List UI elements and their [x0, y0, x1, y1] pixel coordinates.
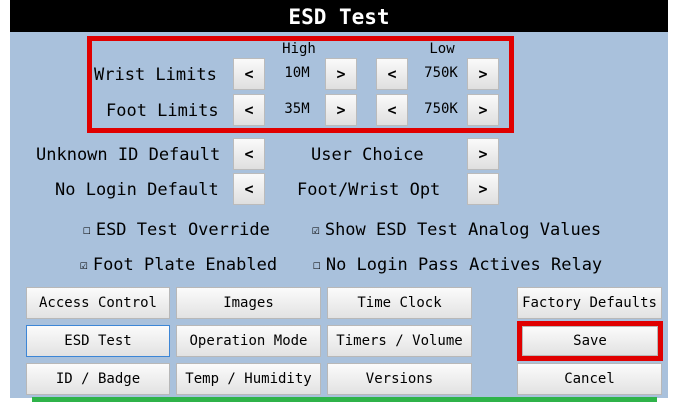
no-login-default-label: No Login Default	[55, 180, 219, 200]
no-login-pass-relay-checkbox[interactable]: ☐ No Login Pass Actives Relay	[313, 255, 602, 275]
status-bar	[32, 397, 657, 402]
esd-test-button[interactable]: ESD Test	[26, 325, 170, 357]
high-header: High	[282, 41, 316, 57]
foot-high-increase-button[interactable]: >	[325, 94, 357, 126]
unknown-id-next-button[interactable]: >	[467, 138, 499, 170]
unknown-id-default-value: User Choice	[311, 145, 424, 165]
foot-plate-enabled-checkbox[interactable]: ☑ Foot Plate Enabled	[80, 255, 277, 275]
foot-low-value: 750K	[424, 101, 458, 117]
foot-high-value: 35M	[284, 101, 310, 117]
images-button[interactable]: Images	[176, 287, 321, 319]
id-badge-button[interactable]: ID / Badge	[26, 363, 170, 395]
foot-low-increase-button[interactable]: >	[467, 94, 499, 126]
wrist-low-value: 750K	[424, 65, 458, 81]
checkbox-label: Foot Plate Enabled	[92, 255, 278, 275]
versions-button[interactable]: Versions	[327, 363, 472, 395]
time-clock-button[interactable]: Time Clock	[327, 287, 472, 319]
esd-test-panel: ESD Test High Low Wrist Limits < 10M > <…	[10, 0, 668, 398]
no-login-default-value: Foot/Wrist Opt	[297, 180, 441, 200]
wrist-low-increase-button[interactable]: >	[467, 58, 499, 90]
low-header: Low	[429, 41, 455, 57]
checkbox-label: Show ESD Test Analog Values	[324, 220, 602, 240]
save-button[interactable]: Save	[522, 326, 658, 356]
checkbox-checked-icon: ☑	[312, 223, 320, 238]
unknown-id-prev-button[interactable]: <	[233, 138, 265, 170]
checkbox-label: ESD Test Override	[95, 220, 270, 240]
temp-humidity-button[interactable]: Temp / Humidity	[176, 363, 321, 395]
foot-low-decrease-button[interactable]: <	[376, 94, 408, 126]
wrist-high-value: 10M	[284, 65, 310, 81]
esd-test-override-checkbox[interactable]: ☐ ESD Test Override	[83, 220, 270, 240]
checkbox-unchecked-icon: ☐	[313, 258, 321, 273]
factory-defaults-button[interactable]: Factory Defaults	[517, 287, 662, 319]
checkbox-unchecked-icon: ☐	[83, 223, 91, 238]
no-login-prev-button[interactable]: <	[233, 173, 265, 205]
unknown-id-default-label: Unknown ID Default	[36, 145, 221, 165]
wrist-limits-label: Wrist Limits	[94, 65, 217, 85]
foot-high-decrease-button[interactable]: <	[233, 94, 265, 126]
checkbox-checked-icon: ☑	[80, 258, 88, 273]
cancel-button[interactable]: Cancel	[517, 363, 662, 395]
foot-limits-label: Foot Limits	[106, 101, 219, 121]
wrist-low-decrease-button[interactable]: <	[376, 58, 408, 90]
access-control-button[interactable]: Access Control	[26, 287, 170, 319]
wrist-high-decrease-button[interactable]: <	[233, 58, 265, 90]
no-login-next-button[interactable]: >	[467, 173, 499, 205]
window-title: ESD Test	[10, 0, 668, 32]
timers-volume-button[interactable]: Timers / Volume	[327, 325, 472, 357]
wrist-high-increase-button[interactable]: >	[325, 58, 357, 90]
show-analog-values-checkbox[interactable]: ☑ Show ESD Test Analog Values	[312, 220, 601, 240]
operation-mode-button[interactable]: Operation Mode	[176, 325, 321, 357]
checkbox-label: No Login Pass Actives Relay	[325, 255, 603, 275]
